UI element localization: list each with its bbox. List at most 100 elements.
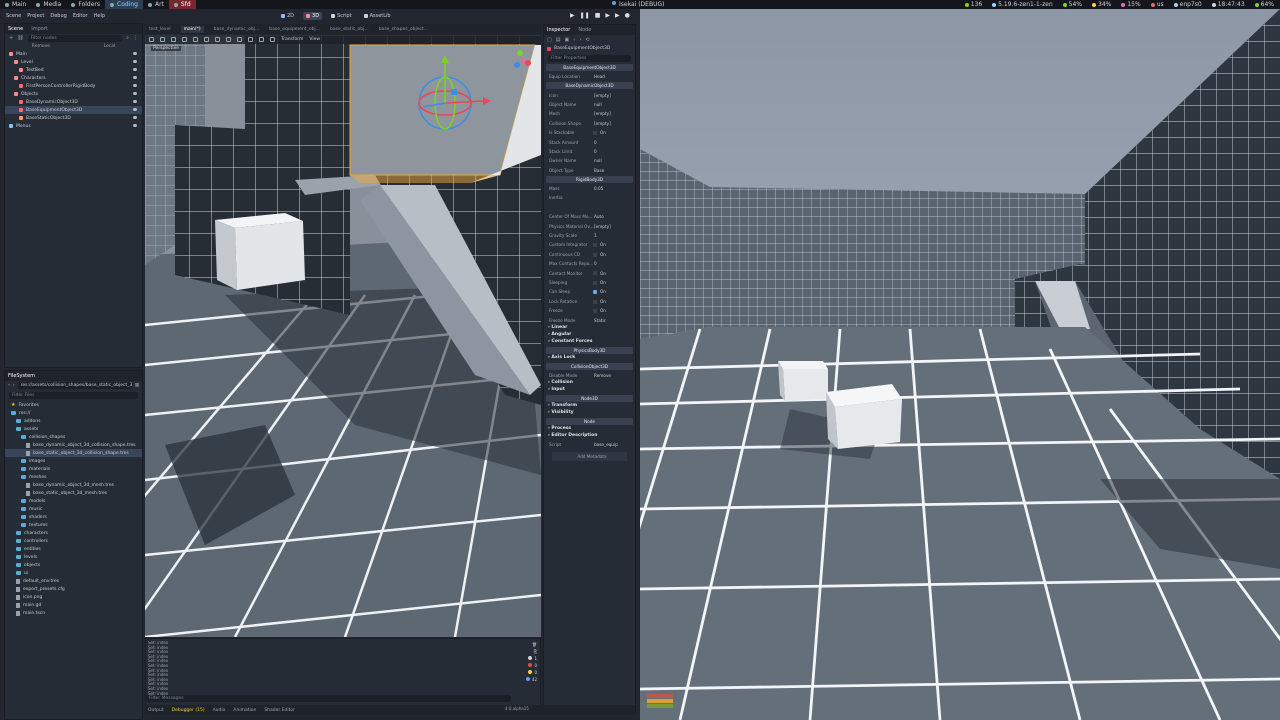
local-toggle[interactable]: Local	[104, 44, 116, 49]
tab-filesystem[interactable]: FileSystem	[8, 373, 35, 379]
inspector-property[interactable]: Max Contacts Repo... 0	[544, 259, 635, 268]
snap-icon[interactable]	[237, 37, 242, 42]
visibility-eye-icon[interactable]	[133, 124, 137, 127]
keyboard-stat[interactable]: us	[1150, 1, 1164, 8]
checkbox[interactable]	[593, 271, 597, 276]
menu-editor[interactable]: Editor	[73, 13, 88, 19]
inspector-section[interactable]: PhysicsBody3D	[546, 346, 633, 354]
menu-project[interactable]: Project	[27, 13, 44, 19]
property-value[interactable]: [empty]	[594, 224, 611, 229]
file-item[interactable]: levels	[5, 553, 142, 561]
visibility-eye-icon[interactable]	[133, 92, 137, 95]
save-resource-icon[interactable]: ▣	[564, 37, 569, 43]
scene-node[interactable]: Characters	[5, 74, 142, 82]
inspector-property[interactable]: Owner Name null	[544, 156, 635, 165]
scale-tool-icon[interactable]	[182, 37, 187, 42]
local-space-icon[interactable]	[226, 37, 231, 42]
scene-node[interactable]: TestBed	[5, 66, 142, 74]
workspace-1[interactable]: Media	[31, 0, 66, 9]
inspector-property[interactable]: Freeze Mode Static	[544, 315, 635, 324]
scene-tab[interactable]: base_equipment_obj...	[269, 27, 320, 32]
file-item[interactable]: base_static_object_3d_mesh.tres	[5, 489, 142, 497]
screen-script-button[interactable]: Script	[328, 12, 355, 20]
inspector-section[interactable]: BaseEquipmentObject3D	[546, 64, 633, 71]
property-value[interactable]: 1	[594, 233, 597, 238]
inspector-section[interactable]: BaseDynamicObject3D	[546, 82, 633, 90]
inspector-section[interactable]: Node3D	[546, 395, 633, 403]
file-item[interactable]: characters	[5, 529, 142, 537]
file-item[interactable]: objects	[5, 561, 142, 569]
file-item[interactable]: res://	[5, 409, 142, 417]
visibility-eye-icon[interactable]	[133, 84, 137, 87]
file-item[interactable]: textures	[5, 521, 142, 529]
history-forward-icon[interactable]: ›	[579, 37, 581, 43]
inspector-property[interactable]: Custom Integrator On	[544, 240, 635, 249]
perspective-label[interactable]: Perspective	[151, 46, 182, 51]
bottom-tab[interactable]: Debugger (15)	[172, 708, 205, 713]
inspector-property[interactable]: Gravity Scale 1	[544, 231, 635, 240]
add-metadata-button[interactable]: Add Metadata	[552, 451, 627, 461]
file-item[interactable]: ★ Favorites	[5, 401, 142, 409]
workspace-4[interactable]: Art	[143, 0, 169, 9]
message-count[interactable]: 42	[525, 677, 537, 682]
inspector-property[interactable]: Is Stackable On	[544, 128, 635, 137]
inspector-property[interactable]: Stack Limit 0	[544, 147, 635, 156]
inspector-property[interactable]: Stack Amount 0	[544, 137, 635, 146]
checkbox[interactable]	[593, 252, 597, 257]
inspector-property[interactable]	[544, 203, 635, 212]
property-value[interactable]: Head	[594, 74, 605, 79]
filter-properties-input[interactable]: Filter Properties	[548, 55, 631, 62]
view-menu[interactable]: View	[309, 37, 320, 42]
tab-import[interactable]: Import	[31, 26, 48, 32]
file-item[interactable]: addons	[5, 417, 142, 425]
inspector-group[interactable]: › Angular	[544, 332, 635, 339]
scene-node[interactable]: Main	[5, 50, 142, 58]
inspector-property[interactable]: Object Type Base	[544, 166, 635, 175]
file-item[interactable]: shaders	[5, 513, 142, 521]
warning-count[interactable]: 0	[528, 670, 537, 675]
selectable-tool-icon[interactable]	[193, 37, 198, 42]
screen-2d-button[interactable]: 2D	[278, 12, 297, 20]
file-item[interactable]: meshes	[5, 473, 142, 481]
file-item[interactable]: entities	[5, 545, 142, 553]
filter-files-input[interactable]: Filter Files	[9, 392, 138, 399]
scene-tab[interactable]: base_static_obj...	[330, 27, 369, 32]
property-value[interactable]: Base	[594, 168, 604, 173]
editor-3d-viewport[interactable]	[145, 35, 541, 637]
visibility-eye-icon[interactable]	[133, 60, 137, 63]
inspector-property[interactable]: Can Sleep On	[544, 287, 635, 296]
stop-icon[interactable]: ■	[595, 12, 601, 19]
visibility-eye-icon[interactable]	[133, 108, 137, 111]
property-value[interactable]: Auto	[594, 214, 604, 219]
file-item[interactable]: assets	[5, 425, 142, 433]
open-resource-icon[interactable]: ▤	[556, 37, 561, 43]
checkbox[interactable]	[593, 308, 597, 313]
output-log[interactable]: Set: index Set: index Set: index Set: index…	[148, 641, 513, 697]
file-item[interactable]: main.gd	[5, 601, 142, 609]
inspector-property[interactable]: Sleeping On	[544, 278, 635, 287]
file-item[interactable]: main.tscn	[5, 609, 142, 617]
inspector-group[interactable]: › Axis Lock	[544, 355, 635, 362]
inspector-group[interactable]: › Visibility	[544, 410, 635, 417]
file-item[interactable]: models	[5, 497, 142, 505]
property-value[interactable]: [empty]	[594, 121, 611, 126]
bottom-tab[interactable]: Audio	[213, 708, 226, 713]
sun-icon[interactable]	[259, 37, 264, 42]
scene-node[interactable]: BaseEquipmentObject3D	[5, 106, 142, 114]
visibility-eye-icon[interactable]	[133, 100, 137, 103]
checkbox[interactable]	[593, 290, 597, 295]
file-item[interactable]: icon.png	[5, 593, 142, 601]
pause-icon[interactable]: ❚❚	[580, 12, 590, 19]
workspace-3[interactable]: Coding	[105, 0, 143, 9]
play-custom-icon[interactable]: ▶	[615, 12, 620, 19]
property-value[interactable]: base_equip	[594, 442, 618, 447]
property-value[interactable]: [empty]	[594, 93, 611, 98]
movie-icon[interactable]: ●	[625, 12, 630, 19]
forward-icon[interactable]: ›	[13, 383, 15, 388]
inspector-section[interactable]: CollisionObject3D	[546, 362, 633, 370]
file-item[interactable]: images	[5, 457, 142, 465]
checkbox[interactable]	[593, 280, 597, 285]
inspector-group[interactable]: › Input	[544, 387, 635, 394]
transform-menu[interactable]: Transform	[281, 37, 303, 42]
tab-inspector[interactable]: Inspector	[547, 27, 570, 33]
